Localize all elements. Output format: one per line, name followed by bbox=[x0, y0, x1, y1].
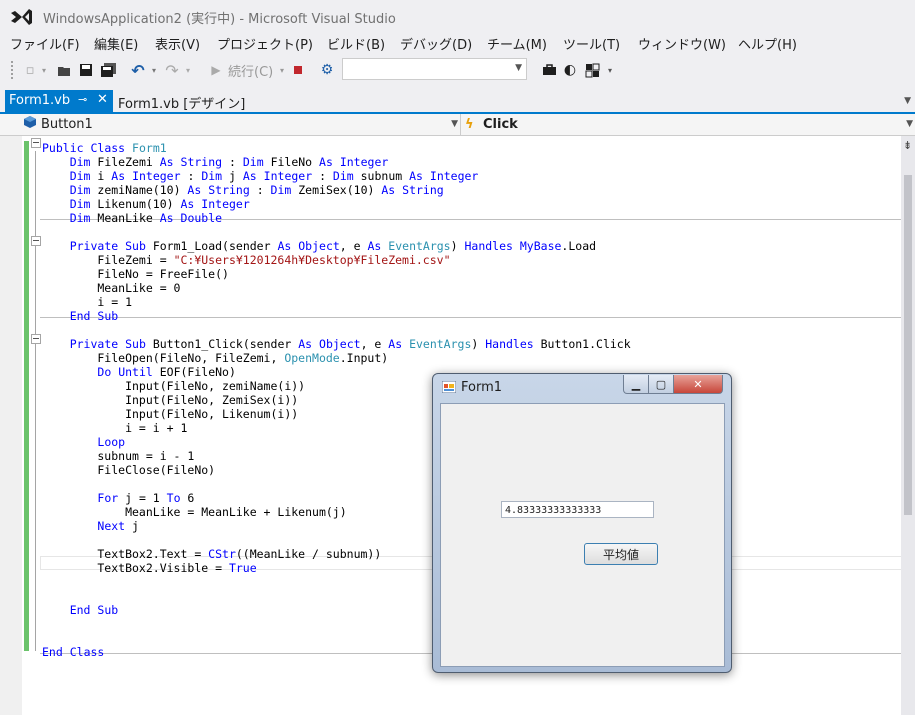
menu-project[interactable]: プロジェクト(P) bbox=[217, 34, 313, 53]
title-bar: WindowsApplication2 (実行中) - Microsoft Vi… bbox=[0, 0, 915, 32]
document-tab-strip: Form1.vb ⊸ ✕ Form1.vb [デザイン] ▼ bbox=[0, 90, 915, 112]
tab-overflow-icon[interactable]: ▼ bbox=[904, 96, 911, 106]
close-icon[interactable]: ✕ bbox=[97, 92, 108, 107]
textbox2[interactable]: 4.83333333333333 bbox=[501, 501, 654, 518]
collapse-button1-click-icon[interactable] bbox=[31, 334, 41, 344]
maximize-button[interactable]: ▢ bbox=[648, 375, 674, 394]
new-project-icon[interactable]: ▫ bbox=[22, 60, 38, 80]
object-selector-value: Button1 bbox=[41, 117, 93, 132]
menu-edit[interactable]: 編集(E) bbox=[94, 34, 138, 53]
collapse-form1-load-icon[interactable] bbox=[31, 236, 41, 246]
object-dropdown-icon: ▼ bbox=[451, 119, 458, 129]
navigation-bar: Button1 ▼ ϟ Click ▼ bbox=[0, 114, 915, 136]
solution-configuration-combo[interactable]: ▼ bbox=[342, 58, 527, 80]
toolbar-grip[interactable] bbox=[10, 60, 14, 80]
redo-icon[interactable]: ↷ bbox=[164, 60, 180, 80]
tab-form1-design[interactable]: Form1.vb [デザイン] bbox=[118, 93, 245, 112]
outline-guide bbox=[35, 151, 36, 651]
menu-bar: ファイル(F) 編集(E) 表示(V) プロジェクト(P) ビルド(B) デバッ… bbox=[0, 32, 915, 54]
object-selector[interactable]: Button1 ▼ bbox=[20, 114, 461, 135]
menu-help[interactable]: ヘルプ(H) bbox=[738, 34, 797, 53]
performance-icon[interactable]: ◐ bbox=[562, 60, 578, 80]
continue-play-icon[interactable]: ▶ bbox=[210, 60, 222, 80]
menu-file[interactable]: ファイル(F) bbox=[10, 34, 80, 53]
menu-window[interactable]: ウィンドウ(W) bbox=[638, 34, 726, 53]
continue-dropdown-icon[interactable]: ▾ bbox=[278, 60, 286, 80]
object-icon bbox=[24, 116, 36, 128]
redo-dropdown-icon[interactable]: ▾ bbox=[184, 60, 192, 80]
pin-icon[interactable]: ⊸ bbox=[78, 93, 87, 106]
undo-dropdown-icon[interactable]: ▾ bbox=[150, 60, 158, 80]
toolbar-overflow-icon[interactable]: ▾ bbox=[605, 60, 615, 80]
event-selector[interactable]: ϟ Click ▼ bbox=[462, 114, 915, 135]
collapse-class-icon[interactable] bbox=[31, 138, 41, 148]
undo-icon[interactable]: ↶ bbox=[130, 60, 146, 80]
minimize-button[interactable]: ▁ bbox=[623, 375, 649, 394]
form1-window[interactable]: Form1 ▁ ▢ ✕ 4.83333333333333 平均値 bbox=[432, 373, 732, 673]
form-app-icon bbox=[442, 381, 456, 393]
scrollbar-thumb[interactable] bbox=[904, 175, 912, 515]
minimize-icon: ▁ bbox=[631, 377, 641, 391]
visual-studio-logo-icon bbox=[11, 9, 32, 25]
save-all-icon[interactable] bbox=[99, 60, 117, 80]
menu-debug[interactable]: デバッグ(D) bbox=[400, 34, 472, 53]
continue-button[interactable]: 続行(C) bbox=[228, 60, 278, 80]
menu-team[interactable]: チーム(M) bbox=[487, 34, 547, 53]
close-button[interactable]: ✕ bbox=[673, 375, 723, 394]
attach-process-icon[interactable]: ⚙ bbox=[318, 60, 336, 80]
average-button[interactable]: 平均値 bbox=[584, 543, 658, 565]
form-title: Form1 bbox=[461, 380, 503, 395]
menu-view[interactable]: 表示(V) bbox=[155, 34, 200, 53]
event-dropdown-icon: ▼ bbox=[906, 119, 913, 129]
menu-build[interactable]: ビルド(B) bbox=[327, 34, 385, 53]
tab-form1-code[interactable]: Form1.vb ⊸ ✕ bbox=[5, 90, 113, 112]
open-file-icon[interactable] bbox=[56, 60, 72, 80]
solution-explorer-icon[interactable] bbox=[584, 60, 600, 80]
indicator-margin bbox=[0, 136, 22, 715]
new-project-dropdown-icon[interactable]: ▾ bbox=[40, 60, 48, 80]
menu-tools[interactable]: ツール(T) bbox=[563, 34, 620, 53]
split-editor-icon[interactable]: ⇟ bbox=[903, 139, 912, 152]
save-icon[interactable] bbox=[78, 60, 94, 80]
event-selector-value: Click bbox=[483, 117, 518, 132]
window-title: WindowsApplication2 (実行中) - Microsoft Vi… bbox=[43, 12, 396, 27]
combo-dropdown-icon: ▼ bbox=[515, 63, 522, 73]
toolbox-icon[interactable] bbox=[541, 60, 557, 80]
tab-label: Form1.vb bbox=[9, 93, 71, 108]
form-client-area: 4.83333333333333 平均値 bbox=[440, 403, 725, 667]
maximize-icon: ▢ bbox=[655, 377, 667, 391]
stop-debugging-icon[interactable] bbox=[292, 60, 304, 80]
close-icon: ✕ bbox=[693, 377, 703, 391]
change-tracking-bar bbox=[24, 141, 29, 651]
event-lightning-icon: ϟ bbox=[465, 117, 474, 132]
